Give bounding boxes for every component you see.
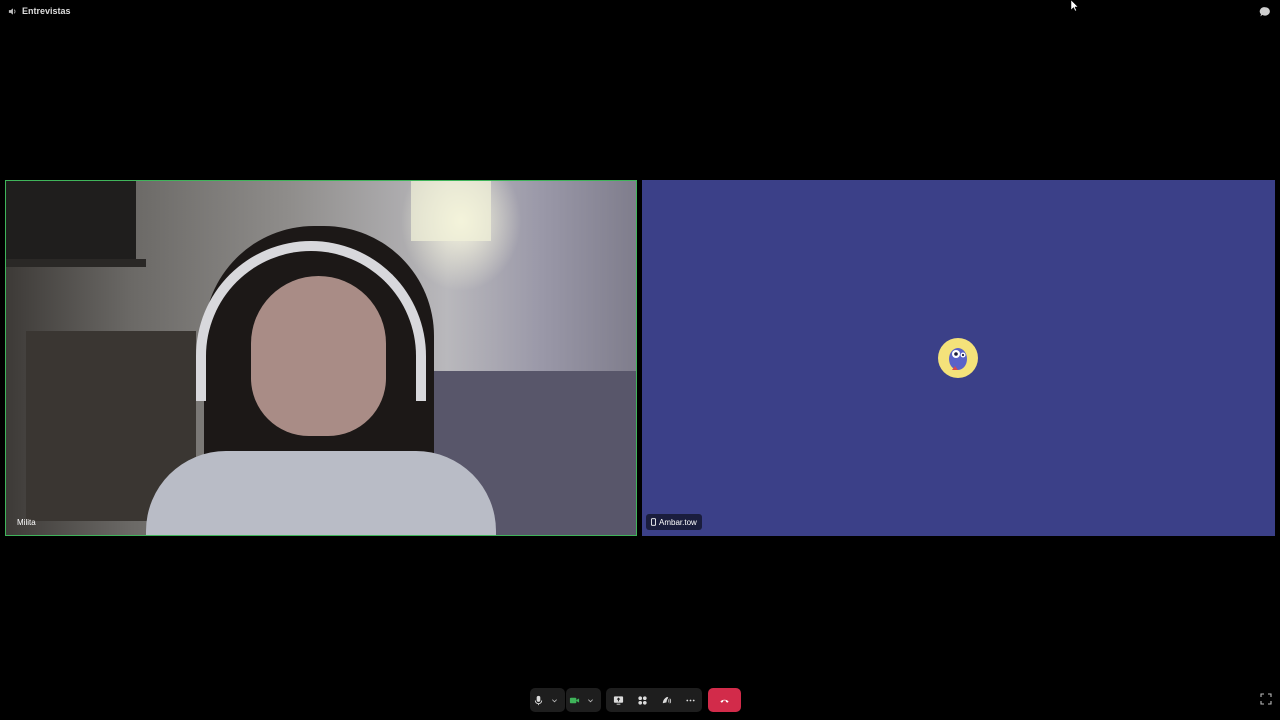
person-shirt [146,451,496,535]
mouse-cursor-icon [1070,0,1079,12]
top-bar: Entrevistas [0,0,1280,24]
background-shelf [6,259,146,267]
participant-name-tag: Ambar.tow [646,514,702,530]
activities-button[interactable] [634,688,650,712]
channel-header[interactable]: Entrevistas [8,6,71,16]
camera-button[interactable] [566,688,582,712]
mic-control-group [530,688,565,712]
participant-name: Ambar.tow [659,517,697,527]
actions-control-group [606,688,702,712]
chevron-down-icon [551,698,557,702]
mic-button[interactable] [530,688,546,712]
speaker-icon [8,7,16,15]
phone-hangup-icon [720,699,729,703]
video-tile-milita[interactable]: Milita [5,180,637,536]
screen-share-icon [613,695,623,705]
more-options-button[interactable] [682,688,698,712]
participant-name-tag: Milita [12,516,41,529]
camera-control-group [566,688,601,712]
chat-bubble-icon [1259,7,1270,17]
avatar-character-icon [939,339,977,377]
mic-options-button[interactable] [546,688,562,712]
camera-options-button[interactable] [582,688,598,712]
video-tile-ambar[interactable]: Ambar.tow [642,180,1275,536]
more-dots-icon [685,699,695,701]
soundboard-button[interactable] [658,688,674,712]
fullscreen-icon[interactable] [1260,693,1272,705]
call-controls-bar [0,688,1280,712]
grid-apps-icon [637,695,647,705]
disconnect-button[interactable] [708,688,741,712]
mobile-phone-icon [651,518,656,526]
chat-button[interactable] [1258,5,1272,19]
video-camera-icon [569,697,579,703]
participant-name: Milita [17,518,36,527]
channel-name: Entrevistas [22,6,71,16]
microphone-icon [534,695,542,705]
background-doorway [6,181,136,261]
user-avatar[interactable] [938,338,978,378]
screen-share-button[interactable] [610,688,626,712]
soundboard-icon [662,696,671,704]
chevron-down-icon [587,698,593,702]
background-lamp [411,181,491,241]
